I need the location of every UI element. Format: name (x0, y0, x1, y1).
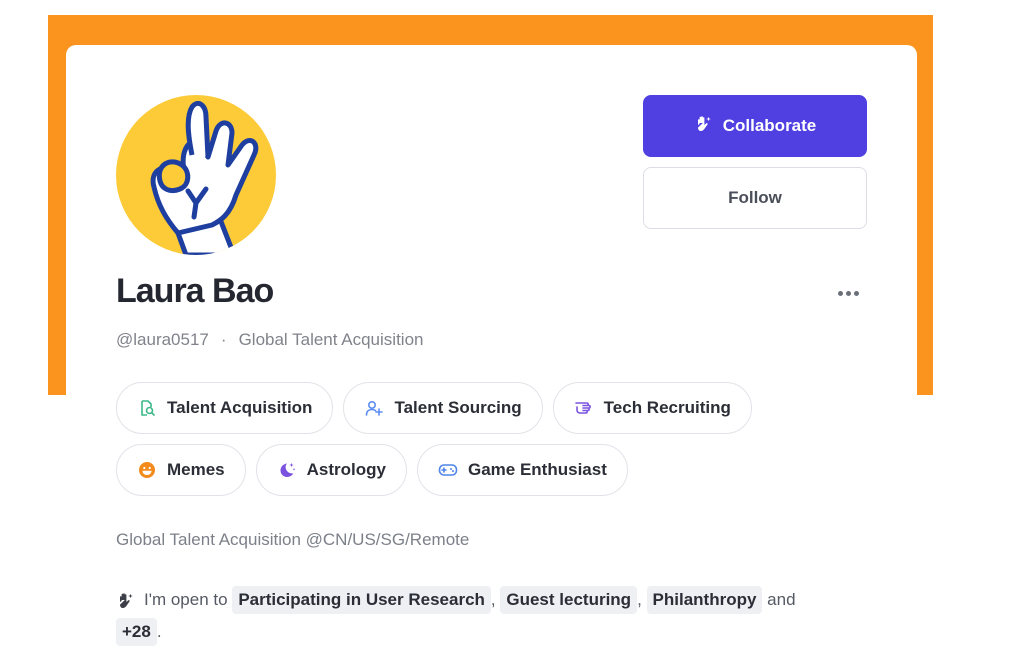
follow-label: Follow (728, 188, 782, 207)
tag-game-enthusiast[interactable]: Game Enthusiast (416, 444, 628, 496)
tag-row-skills: Talent Acquisition Talent Sourcing Tech … (116, 382, 816, 434)
user-add-icon (364, 398, 384, 418)
profile-meta: @laura0517 · Global Talent Acquisition (116, 330, 423, 350)
collaborate-label: Collaborate (722, 116, 817, 135)
profile-handle: @laura0517 (116, 330, 209, 349)
tag-talent-sourcing[interactable]: Talent Sourcing (343, 382, 543, 434)
profile-name: Laura Bao (116, 272, 274, 310)
tag-label: Talent Acquisition (167, 398, 313, 417)
tag-tech-recruiting[interactable]: Tech Recruiting (552, 382, 752, 434)
tag-memes[interactable]: Memes (116, 444, 246, 496)
interest-tags: Talent Acquisition Talent Sourcing Tech … (116, 382, 816, 506)
tag-label: Tech Recruiting (603, 398, 731, 417)
document-search-icon (137, 398, 157, 418)
grin-face-icon (137, 460, 157, 480)
tag-label: Astrology (306, 460, 386, 479)
tag-talent-acquisition[interactable]: Talent Acquisition (116, 382, 334, 434)
moon-stars-icon (277, 460, 297, 480)
open-to-suffix: . (156, 622, 162, 641)
wave-hand-icon (116, 591, 136, 611)
open-to-separator: , (490, 590, 496, 609)
wave-hand-icon (694, 114, 714, 139)
tag-label: Memes (167, 460, 225, 479)
ok-hand-illustration (150, 100, 259, 255)
tag-row-hobbies: Memes Astrology Game Enthusiast (116, 444, 816, 496)
open-to-more-button[interactable]: +28 (116, 618, 157, 646)
avatar[interactable] (116, 95, 276, 255)
gamepad-icon (438, 460, 458, 480)
tag-label: Talent Sourcing (394, 398, 522, 417)
open-to-prefix: I'm open to (144, 590, 228, 609)
open-to-conjunction: and (767, 590, 796, 609)
open-to-section: I'm open to Participating in User Resear… (116, 584, 836, 648)
meta-separator: · (220, 330, 227, 349)
profile-bio: Global Talent Acquisition @CN/US/SG/Remo… (116, 530, 470, 549)
more-options-icon[interactable] (832, 284, 864, 302)
tag-label: Game Enthusiast (467, 460, 607, 479)
follow-button[interactable]: Follow (643, 167, 867, 229)
hand-point-icon (574, 398, 594, 418)
open-to-item-philanthropy[interactable]: Philanthropy (646, 586, 763, 614)
tag-astrology[interactable]: Astrology (255, 444, 407, 496)
profile-headline: Global Talent Acquisition (238, 330, 424, 349)
collaborate-button[interactable]: Collaborate (643, 95, 867, 157)
open-to-item-user-research[interactable]: Participating in User Research (232, 586, 491, 614)
open-to-item-guest-lecturing[interactable]: Guest lecturing (500, 586, 638, 614)
open-to-separator: , (637, 590, 642, 609)
